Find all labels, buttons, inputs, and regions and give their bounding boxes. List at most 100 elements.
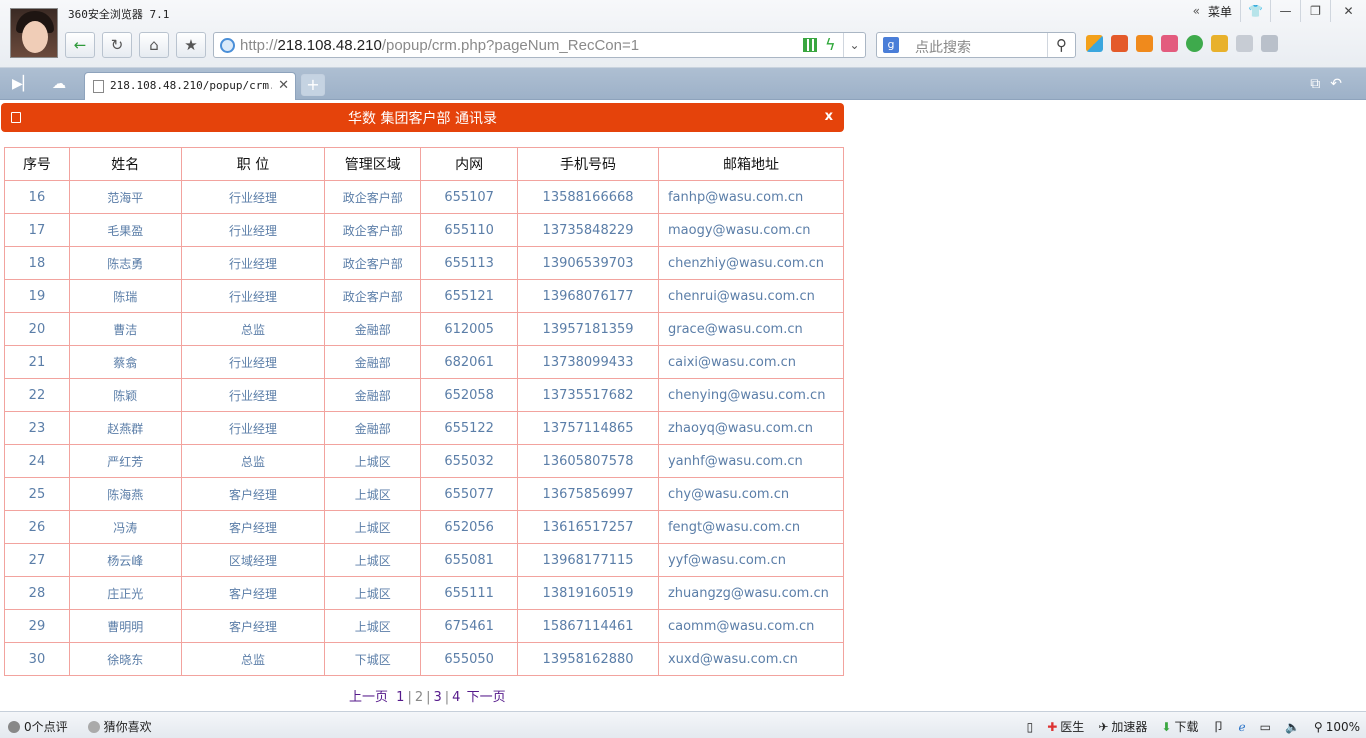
translate-icon[interactable] (1111, 35, 1128, 52)
cell-mobile: 13968177115 (517, 543, 659, 577)
cell-email[interactable]: chy@wasu.com.cn (657, 477, 845, 511)
screen-icon[interactable]: ▭ (1260, 720, 1271, 734)
cell-region: 上城区 (324, 444, 422, 478)
cell-region: 金融部 (324, 312, 422, 346)
compat-mode-icon[interactable]: 卩 (1212, 718, 1224, 735)
next-page-link[interactable]: 下一页 (467, 690, 506, 705)
status-bar: 0个点评 猜你喜欢 ▯ ✚ 医生 ✈ 加速器 ⬇ 下载 卩 ℯ ▭ 🔈 ⚲ 100% (0, 711, 1366, 738)
cell-email[interactable]: fanhp@wasu.com.cn (657, 180, 845, 214)
mobile-icon[interactable]: ▯ (1027, 720, 1034, 734)
cell-email[interactable]: chenrui@wasu.com.cn (657, 279, 845, 313)
cell-email[interactable]: chenying@wasu.com.cn (657, 378, 845, 412)
cell-region: 上城区 (324, 609, 422, 643)
cell-email[interactable]: fengt@wasu.com.cn (657, 510, 845, 544)
cell-name: 赵燕群 (68, 411, 182, 445)
cell-region: 金融部 (324, 345, 422, 379)
cell-mobile: 13588166668 (517, 180, 659, 214)
address-bar[interactable]: http://218.108.48.210/popup/crm.php?page… (213, 32, 866, 58)
menu-button[interactable]: 菜单 (1208, 3, 1232, 20)
scissors-icon[interactable] (1261, 35, 1278, 52)
guess-like-button[interactable]: 猜你喜欢 (87, 718, 152, 735)
cell-name: 冯涛 (68, 510, 182, 544)
sidebar-toggle-icon[interactable]: ▶▏ (12, 76, 34, 92)
cell-region: 金融部 (324, 411, 422, 445)
cell-email[interactable]: chenzhiy@wasu.com.cn (657, 246, 845, 280)
cell-position: 行业经理 (180, 246, 326, 280)
cell-email[interactable]: xuxd@wasu.com.cn (657, 642, 845, 676)
accelerator-button[interactable]: ✈ 加速器 (1098, 718, 1147, 735)
panel-header: 华数 集团客户部 通讯录 x (1, 103, 844, 132)
search-engine-icon[interactable]: g (883, 37, 899, 53)
security-shield-icon[interactable] (1186, 35, 1203, 52)
cell-index: 17 (4, 213, 70, 247)
cell-email[interactable]: zhaoyq@wasu.com.cn (657, 411, 845, 445)
doctor-label: 医生 (1060, 720, 1085, 734)
weather-icon[interactable] (1161, 35, 1178, 52)
app-title: 360安全浏览器 7.1 (68, 8, 170, 21)
cloud-icon[interactable]: ☁ (52, 76, 66, 92)
cell-position: 总监 (180, 444, 326, 478)
cell-email[interactable]: grace@wasu.com.cn (657, 312, 845, 346)
cell-name: 曹明明 (68, 609, 182, 643)
cell-name: 毛果盈 (68, 213, 182, 247)
download-button[interactable]: ⬇ 下载 (1161, 718, 1198, 735)
user-avatar[interactable] (10, 8, 58, 58)
cell-mobile: 13757114865 (517, 411, 659, 445)
comments-button[interactable]: 0个点评 (8, 718, 68, 735)
lightning-icon[interactable]: ϟ (825, 35, 836, 54)
page-link-4[interactable]: 4 (452, 690, 460, 705)
table-row: 23 赵燕群 行业经理 金融部 655122 13757114865 zhaoyq@wasu… (4, 411, 845, 445)
prev-page-link[interactable]: 上一页 (349, 690, 388, 705)
volume-icon[interactable]: 🔈 (1285, 720, 1300, 734)
panel-close-button[interactable]: x (825, 109, 833, 124)
cell-extension: 652056 (420, 510, 519, 544)
restore-button[interactable]: ❐ (1300, 0, 1330, 22)
cell-email[interactable]: caomm@wasu.com.cn (657, 609, 845, 643)
close-window-button[interactable]: ✕ (1330, 0, 1366, 22)
search-button[interactable]: ⚲ (1047, 33, 1075, 57)
apps-icon[interactable] (1086, 35, 1103, 52)
ie-icon[interactable]: ℯ (1238, 720, 1245, 734)
tab-active[interactable]: 218.108.48.210/popup/crm.php ✕ (84, 72, 296, 100)
page-link-3[interactable]: 3 (434, 690, 442, 705)
screenshot-icon[interactable] (1236, 35, 1253, 52)
cell-email[interactable]: yyf@wasu.com.cn (657, 543, 845, 577)
minimize-button[interactable]: — (1270, 0, 1300, 22)
comments-label: 0个点评 (24, 720, 68, 734)
back-button[interactable]: ← (65, 32, 95, 58)
cell-extension: 655050 (420, 642, 519, 676)
skin-icon[interactable]: 👕 (1240, 0, 1270, 22)
close-tab-icon[interactable]: ✕ (278, 78, 289, 93)
collapse-icon[interactable]: « (1193, 4, 1200, 18)
zoom-control[interactable]: ⚲ 100% (1314, 720, 1360, 734)
flight-icon[interactable] (1136, 35, 1153, 52)
cell-name: 陈志勇 (68, 246, 182, 280)
cell-mobile: 13957181359 (517, 312, 659, 346)
chevron-down-icon: ⌄ (849, 38, 860, 52)
cell-position: 区域经理 (180, 543, 326, 577)
cell-email[interactable]: yanhf@wasu.com.cn (657, 444, 845, 478)
cell-mobile: 13675856997 (517, 477, 659, 511)
doctor-button[interactable]: ✚ 医生 (1047, 718, 1084, 735)
address-dropdown-button[interactable]: ⌄ (843, 33, 865, 57)
cell-email[interactable]: caixi@wasu.com.cn (657, 345, 845, 379)
tab-bar-tools[interactable]: ⧉↶ (1310, 76, 1352, 92)
search-box[interactable]: g 点此搜索 ⚲ (876, 32, 1076, 58)
qrcode-icon[interactable] (803, 38, 817, 52)
search-input[interactable]: 点此搜索 (915, 37, 971, 57)
cell-mobile: 13958162880 (517, 642, 659, 676)
cell-region: 政企客户部 (324, 180, 422, 214)
cell-email[interactable]: zhuangzg@wasu.com.cn (657, 576, 845, 610)
home-button[interactable]: ⌂ (139, 32, 169, 58)
tools-icon[interactable] (1211, 35, 1228, 52)
url-text[interactable]: http://218.108.48.210/popup/crm.php?page… (240, 37, 639, 54)
new-tab-button[interactable]: + (301, 74, 325, 96)
cell-position: 行业经理 (180, 279, 326, 313)
cell-mobile: 15867114461 (517, 609, 659, 643)
refresh-button[interactable]: ↻ (102, 32, 132, 58)
cell-index: 21 (4, 345, 70, 379)
table-row: 16 范海平 行业经理 政企客户部 655107 13588166668 fanhp@was… (4, 180, 845, 214)
cell-email[interactable]: maogy@wasu.com.cn (657, 213, 845, 247)
cell-name: 陈海燕 (68, 477, 182, 511)
favorite-button[interactable]: ★ (176, 32, 206, 58)
